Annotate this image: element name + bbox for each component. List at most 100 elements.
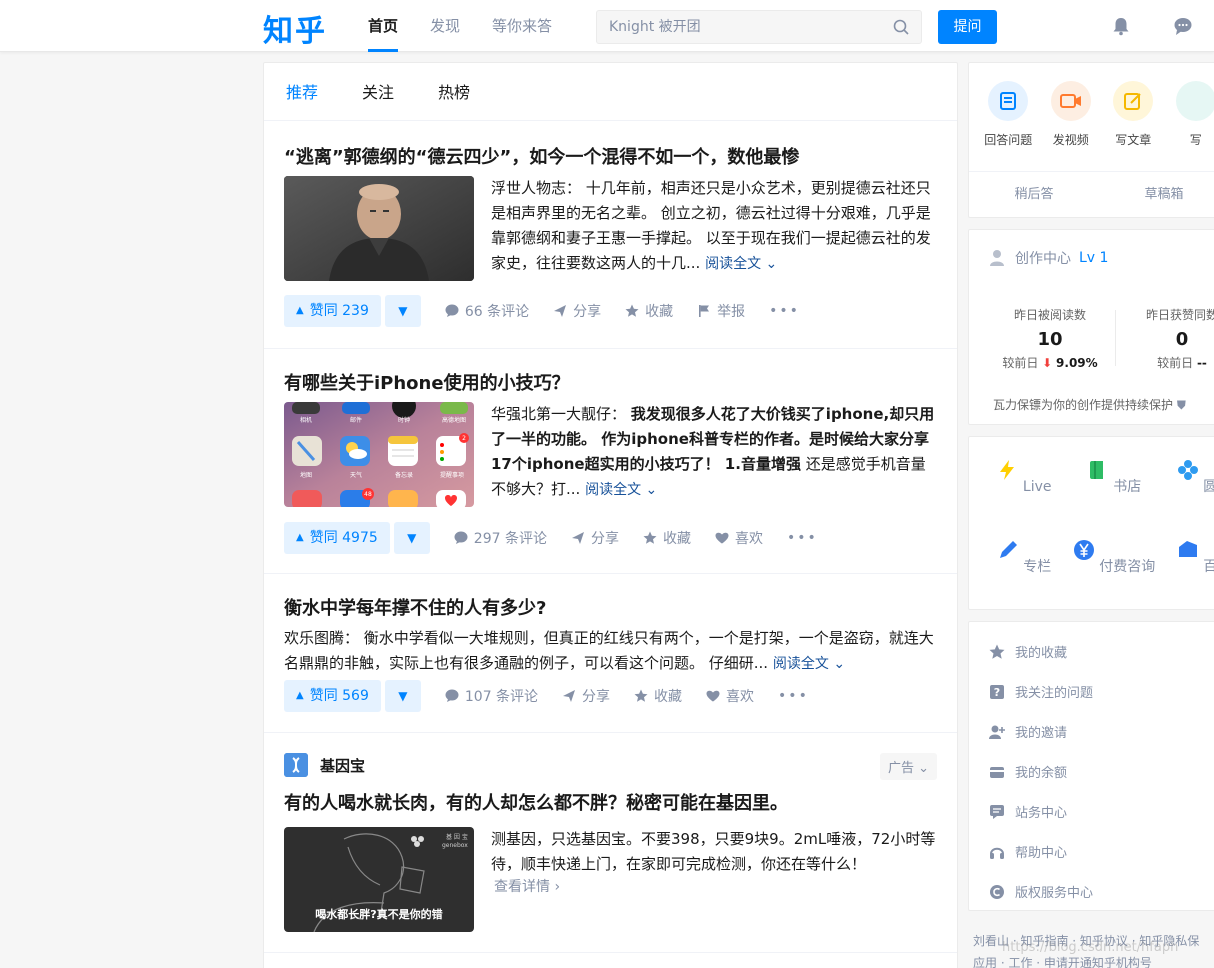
like-label: 喜欢 <box>734 531 763 547</box>
link-my-collections[interactable]: 我的收藏 <box>989 642 1067 661</box>
author-name[interactable]: 华强北第一大靓仔： <box>491 405 626 423</box>
nav-waiting[interactable]: 等你来答 <box>492 0 552 52</box>
ad-label-dropdown[interactable]: 广告 ⌄ <box>879 753 937 780</box>
share-button[interactable]: 分享 <box>562 686 610 706</box>
star-icon <box>634 689 648 702</box>
grid-paid-consult[interactable]: 付费咨询 <box>1069 539 1159 576</box>
collect-button[interactable]: 收藏 <box>643 528 691 548</box>
feature-grid-card: Live 书店 圆桌 专栏 付费咨询 百科 <box>968 436 1214 610</box>
report-button[interactable]: 举报 <box>697 301 745 321</box>
author-name[interactable]: 浮世人物志： <box>491 179 581 197</box>
search-icon[interactable] <box>893 19 909 35</box>
answer-later-button[interactable]: 稍后答 <box>969 172 1099 217</box>
tab-recommend[interactable]: 推荐 <box>286 63 318 120</box>
copyright-icon <box>990 884 1004 899</box>
grid-live[interactable]: Live <box>979 459 1069 495</box>
collect-button[interactable]: 收藏 <box>625 301 673 321</box>
grid-column[interactable]: 专栏 <box>979 539 1069 576</box>
downvote-button[interactable]: ▼ <box>384 680 421 712</box>
grid-roundtable[interactable]: 圆桌 <box>1159 459 1214 496</box>
zhihu-logo[interactable]: 知乎 <box>263 6 327 50</box>
like-button[interactable]: 喜欢 <box>706 686 754 706</box>
message-icon[interactable] <box>1173 16 1193 36</box>
creator-center-header[interactable]: 创作中心 Lv 1 <box>989 248 1108 268</box>
feed-item: 有哪些关于iPhone使用的小技巧？ 相机 邮件 时钟 高德地图 2 地图 天气… <box>264 349 957 574</box>
link-followed-questions[interactable]: ? 我关注的问题 <box>989 682 1093 701</box>
comment-button[interactable]: 297 条评论 <box>454 528 547 548</box>
create-actions: 回答问题 发视频 写文章 写 <box>969 63 1214 148</box>
item-title[interactable]: 有哪些关于iPhone使用的小技巧？ <box>284 369 570 395</box>
grid-bookstore[interactable]: 书店 <box>1069 459 1159 496</box>
link-site-center[interactable]: 站务中心 <box>989 802 1067 821</box>
creator-center-card: 创作中心 Lv 1 昨日被阅读数 10 较前日 ⬇ 9.09% 昨日获赞同数 0… <box>968 229 1214 425</box>
svg-text:?: ? <box>994 686 1000 699</box>
compare-label: 较前日 <box>1002 356 1039 370</box>
link-my-balance[interactable]: 我的余额 <box>989 762 1067 781</box>
protection-notice[interactable]: 瓦力保镖为你的创作提供持续保护 ⛊ <box>993 396 1186 413</box>
read-more-link[interactable]: 阅读全文 ⌄ <box>585 482 657 498</box>
ad-excerpt[interactable]: 测基因，只选基因宝。不要398，只要9块9。2mL唾液，72小时等待，顺丰快递上… <box>491 827 936 877</box>
compare-value: -- <box>1196 356 1207 370</box>
read-more-link[interactable]: 阅读全文 ⌄ <box>705 256 777 272</box>
grid-roundtable-label: 圆桌 <box>1203 479 1214 495</box>
iphone-screen-image: 相机 邮件 时钟 高德地图 2 地图 天气 备忘录 提醒事项 48 <box>284 402 474 507</box>
more-icon[interactable]: ••• <box>769 303 800 319</box>
item-excerpt[interactable]: 欢乐图腾： 衡水中学看似一大堆规则，但真正的红线只有两个，一个是打架，一个是盗窃… <box>284 626 939 677</box>
author-name[interactable]: 欢乐图腾： <box>284 629 359 647</box>
roundtable-icon <box>1177 460 1198 480</box>
comment-button[interactable]: 66 条评论 <box>445 301 529 321</box>
comment-icon <box>445 689 459 702</box>
grid-bookstore-label: 书店 <box>1113 479 1142 495</box>
write-idea-button[interactable]: 写 <box>1165 81 1214 148</box>
upvote-button[interactable]: ▲ 赞同 4975 <box>284 522 390 554</box>
link-help-center[interactable]: 帮助中心 <box>989 842 1067 861</box>
item-excerpt[interactable]: 华强北第一大靓仔： 我发现很多人花了大价钱买了iphone,却只用了一半的功能。… <box>491 402 936 503</box>
ask-button[interactable]: 提问 <box>938 10 997 44</box>
encyclopedia-icon <box>1178 541 1197 557</box>
chevron-right-icon: › <box>554 879 561 895</box>
like-button[interactable]: 喜欢 <box>715 528 763 548</box>
ad-detail-link[interactable]: 查看详情 › <box>494 876 560 896</box>
tab-following[interactable]: 关注 <box>362 63 394 120</box>
write-article-button[interactable]: 写文章 <box>1102 81 1165 148</box>
link-copyright-center[interactable]: 版权服务中心 <box>989 882 1093 901</box>
item-actions: ▲ 赞同 4975 ▼ 297 条评论 分享 收藏 喜欢 ••• <box>284 522 818 554</box>
item-thumbnail[interactable] <box>284 176 474 281</box>
downvote-button[interactable]: ▼ <box>393 522 430 554</box>
link-label: 我的收藏 <box>1015 646 1068 661</box>
collect-button[interactable]: 收藏 <box>634 686 682 706</box>
feed-item: 衡水中学每年撑不住的人有多少? 欢乐图腾： 衡水中学看似一大堆规则，但真正的红线… <box>264 574 957 733</box>
star-icon <box>625 304 639 317</box>
link-my-invitations[interactable]: 我的邀请 <box>989 722 1067 741</box>
item-title[interactable]: 有的人喝水就长肉，有的人却怎么都不胖？秘密可能在基因里。 <box>284 789 788 815</box>
drafts-button[interactable]: 草稿箱 <box>1099 172 1214 217</box>
post-video-button[interactable]: 发视频 <box>1040 81 1103 148</box>
downvote-button[interactable]: ▼ <box>384 295 421 327</box>
collect-label: 收藏 <box>654 689 683 705</box>
app-label: 时钟 <box>398 416 410 424</box>
protection-label: 瓦力保镖为你的创作提供持续保护 <box>993 398 1174 412</box>
tab-hot[interactable]: 热榜 <box>438 63 470 120</box>
item-thumbnail[interactable]: 相机 邮件 时钟 高德地图 2 地图 天气 备忘录 提醒事项 48 <box>284 402 474 507</box>
nav-explore[interactable]: 发现 <box>430 0 460 52</box>
read-more-link[interactable]: 阅读全文 ⌄ <box>773 656 845 672</box>
upvote-button[interactable]: ▲ 赞同 239 <box>284 295 381 327</box>
ad-brand[interactable]: 基因宝 <box>284 753 365 777</box>
grid-encyclopedia[interactable]: 百科 <box>1159 539 1214 576</box>
bell-icon[interactable] <box>1111 16 1131 36</box>
answer-question-button[interactable]: 回答问题 <box>977 81 1040 148</box>
nav-home[interactable]: 首页 <box>368 0 399 52</box>
likes-stat: 昨日获赞同数 0 较前日 -- <box>1117 306 1214 371</box>
chevron-down-icon: ⌄ <box>833 656 846 672</box>
share-button[interactable]: 分享 <box>571 528 619 548</box>
more-icon[interactable]: ••• <box>787 530 818 546</box>
item-title[interactable]: 衡水中学每年撑不住的人有多少? <box>284 594 546 620</box>
item-title[interactable]: “逃离”郭德纲的“德云四少”，如今一个混得不如一个，数他最惨 <box>284 143 799 169</box>
search-input[interactable] <box>609 11 879 43</box>
item-excerpt[interactable]: 浮世人物志： 十几年前，相声还只是小众艺术，更别提德云社还只是相声界里的无名之辈… <box>491 176 936 277</box>
upvote-button[interactable]: ▲ 赞同 569 <box>284 680 381 712</box>
comment-button[interactable]: 107 条评论 <box>445 686 538 706</box>
ad-thumbnail[interactable]: 基 因 宝 genebox 喝水都长胖?真不是你的错 <box>284 827 474 932</box>
more-icon[interactable]: ••• <box>778 688 809 704</box>
share-button[interactable]: 分享 <box>553 301 601 321</box>
